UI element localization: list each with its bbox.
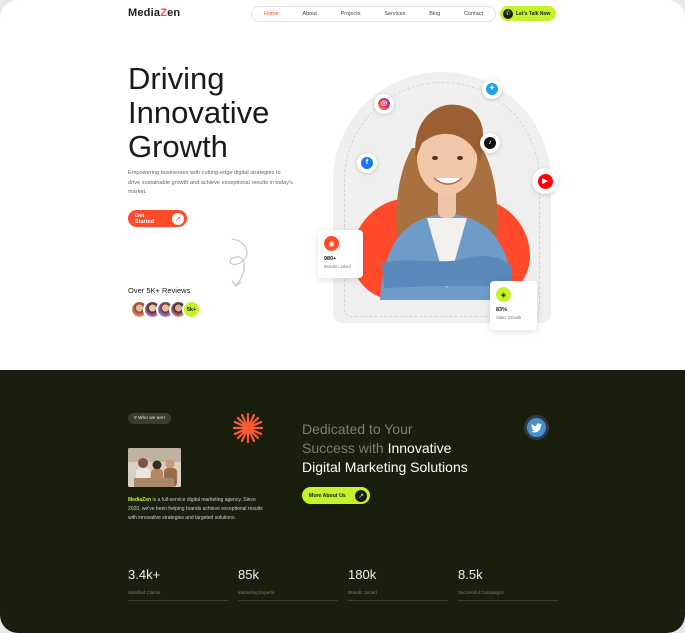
hero-title: Driving Innovative Growth	[128, 62, 328, 164]
headline-line-1: Dedicated to Your	[302, 421, 413, 437]
nav-about[interactable]: About	[302, 11, 316, 17]
starburst-icon	[232, 412, 264, 444]
stat-value: 8.5k	[458, 567, 483, 582]
more-about-us-button[interactable]: More About Us ↗	[302, 487, 370, 504]
lets-talk-label: Let's Talk Now	[516, 10, 551, 17]
hero-title-line-3: Growth	[128, 129, 228, 164]
main-nav: Home About Projects Services Blog Contac…	[251, 6, 496, 22]
logo-suffix: en	[167, 7, 181, 19]
reviews-count-badge: 5k+	[182, 300, 201, 319]
stat-label: Satisfied Clients	[128, 590, 161, 595]
brand-icon: ◉	[324, 236, 339, 251]
chart-icon: ◈	[496, 287, 511, 302]
hero-description: Empowering businesses with cutting-edge …	[128, 170, 293, 195]
arrow-up-right-icon: ↗	[355, 489, 367, 502]
brands-linked-number: 980+	[324, 256, 337, 262]
headline-muted: Success with	[302, 440, 388, 456]
logo[interactable]: MediaZen	[128, 7, 180, 19]
instagram-icon[interactable]: ◎	[374, 94, 394, 114]
arrow-up-right-icon: ↗	[172, 212, 184, 225]
get-started-button[interactable]: Get Started ↗	[128, 210, 187, 227]
reviews-label: Over 5K+ Reviews	[128, 286, 191, 295]
review-avatars: 5k+	[130, 300, 201, 319]
hero-title-line-1: Driving	[128, 61, 225, 96]
youtube-icon[interactable]: ▶	[532, 168, 558, 194]
stat-label: Marketing Experts	[238, 590, 275, 595]
stat-item: 85k Marketing Experts	[238, 567, 338, 601]
about-text: MediaZen is a full-service digital marke…	[128, 496, 268, 523]
stat-item: 180k Brands Joined	[348, 567, 448, 601]
team-photo	[128, 448, 181, 487]
nav-projects[interactable]: Projects	[341, 11, 361, 17]
stat-item: 3.4k+ Satisfied Clients	[128, 567, 228, 601]
lets-talk-button[interactable]: ✆ Let's Talk Now	[500, 6, 556, 21]
facebook-icon[interactable]: f	[357, 153, 377, 173]
sales-growth-card: ◈ 83% Sales Growth	[490, 281, 537, 330]
page-frame: MediaZen Home About Projects Services Bl…	[0, 0, 685, 633]
more-about-us-label: More About Us	[309, 492, 346, 499]
brands-linked-label: Brands Linked	[324, 264, 351, 269]
about-headline: Dedicated to Your Success with Innovativ…	[302, 420, 532, 477]
hero-person-image	[380, 104, 514, 300]
stat-label: Successful Campaigns	[458, 590, 504, 595]
stat-value: 3.4k+	[128, 567, 161, 582]
brands-linked-card: ◉ 980+ Brands Linked	[318, 230, 363, 278]
nav-services[interactable]: Services	[384, 11, 405, 17]
hero-title-line-2: Innovative	[128, 95, 270, 130]
twitter-badge-icon[interactable]	[524, 415, 549, 440]
headline-line-3: Digital Marketing Solutions	[302, 459, 468, 475]
phone-icon: ✆	[503, 8, 513, 19]
about-brand: MediaZen	[128, 497, 152, 503]
nav-blog[interactable]: Blog	[429, 11, 440, 17]
nav-home[interactable]: Home	[264, 11, 279, 17]
stats-row: 3.4k+ Satisfied Clients 85k Marketing Ex…	[128, 567, 558, 601]
tiktok-icon[interactable]: ♪	[480, 133, 500, 153]
sales-growth-number: 83%	[496, 307, 508, 313]
stat-label: Brands Joined	[348, 590, 377, 595]
stat-value: 85k	[238, 567, 259, 582]
curved-arrow-icon	[229, 238, 248, 287]
stat-value: 180k	[348, 567, 377, 582]
headline-line-2: Success with Innovative	[302, 439, 532, 458]
sales-growth-label: Sales Growth	[496, 315, 522, 320]
twitter-icon[interactable]: ✦	[482, 79, 502, 99]
get-started-label: Get Started	[135, 212, 154, 225]
stat-item: 8.5k Successful Campaigns	[458, 567, 558, 601]
who-we-are-tag: # Who we are!	[128, 413, 171, 424]
nav-contact[interactable]: Contact	[464, 11, 483, 17]
logo-prefix: Media	[128, 7, 161, 19]
headline-highlight: Innovative	[387, 440, 452, 456]
